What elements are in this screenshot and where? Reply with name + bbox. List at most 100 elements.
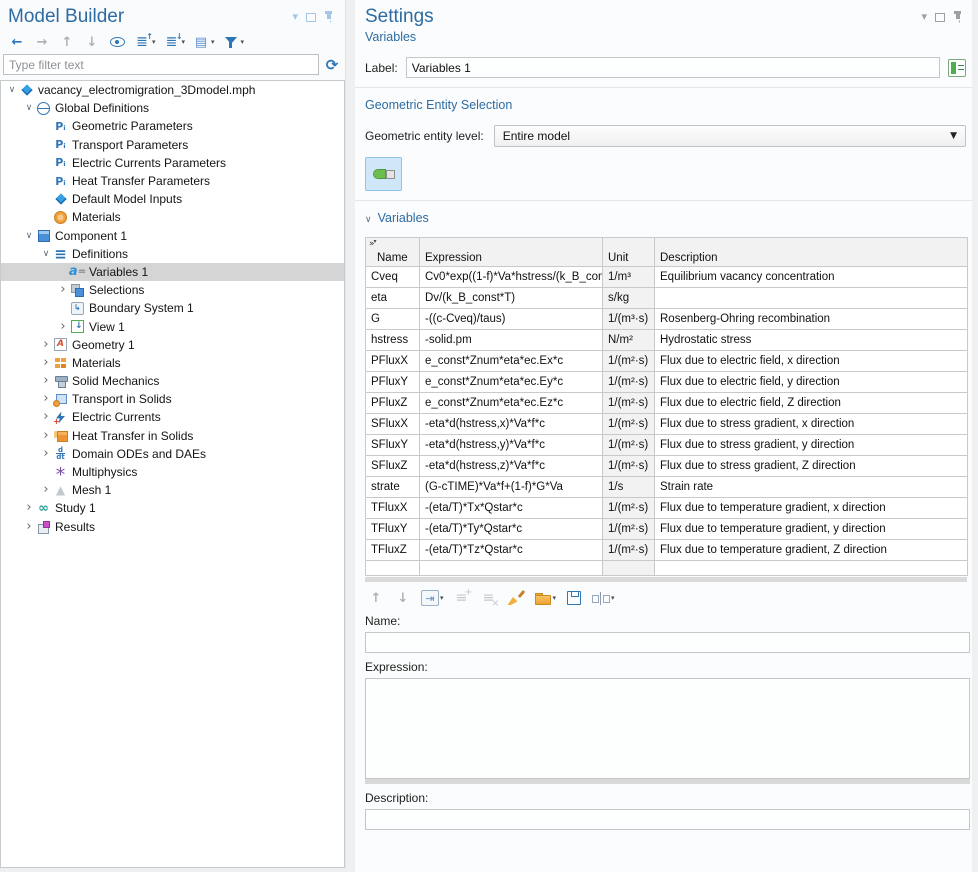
dropdown-caret-icon[interactable]: ▾	[440, 594, 444, 602]
tree-item-default-model-inputs[interactable]: Default Model Inputs	[1, 190, 344, 208]
breadcrumb[interactable]: Variables	[365, 30, 966, 44]
cell-name[interactable]: PFluxZ	[366, 393, 420, 414]
dropdown-caret-icon[interactable]: ▾	[211, 38, 215, 46]
cell-expression[interactable]: -eta*d(hstress,z)*Va*f*c	[420, 456, 603, 477]
move-to-button[interactable]: ▾	[419, 589, 446, 607]
model-tree-node-text-button[interactable]: ▾	[190, 33, 217, 51]
cell-unit[interactable]	[603, 561, 655, 576]
cell-expression[interactable]	[420, 561, 603, 576]
expander-collapsed-icon[interactable]: ›	[22, 522, 36, 532]
load-from-file-button[interactable]: ▾	[532, 589, 559, 607]
cell-unit[interactable]: 1/(m²·s)	[603, 456, 655, 477]
tree-item-component-1[interactable]: ∨Component 1	[1, 227, 344, 245]
cell-description[interactable]: Flux due to electric field, x direction	[655, 351, 968, 372]
dropdown-caret-icon[interactable]: ▾	[611, 594, 615, 602]
dropdown-caret-icon[interactable]: ▾	[553, 594, 557, 602]
cell-description[interactable]	[655, 288, 968, 309]
cell-expression[interactable]: -(eta/T)*Ty*Qstar*c	[420, 519, 603, 540]
expander-collapsed-icon[interactable]: ›	[56, 322, 70, 332]
tree-item-view-1[interactable]: ›View 1	[1, 317, 344, 335]
expander-collapsed-icon[interactable]: ›	[22, 503, 36, 513]
cell-unit[interactable]: 1/(m³·s)	[603, 309, 655, 330]
tree-item-boundary-system-1[interactable]: Boundary System 1	[1, 299, 344, 317]
tree-item-geometric-parameters[interactable]: Geometric Parameters	[1, 117, 344, 135]
column-header-unit[interactable]: Unit	[603, 238, 655, 267]
active-selection-toggle-button[interactable]	[365, 157, 402, 191]
expander-collapsed-icon[interactable]: ›	[39, 431, 53, 441]
expand-all-button[interactable]: ▾	[161, 33, 188, 51]
tree-item-electric-currents[interactable]: ›Electric Currents	[1, 408, 344, 426]
cell-name[interactable]: strate	[366, 477, 420, 498]
tree-item-geometry-1[interactable]: ›Geometry 1	[1, 336, 344, 354]
move-up-button[interactable]	[365, 589, 387, 607]
cell-description[interactable]: Flux due to electric field, y direction	[655, 372, 968, 393]
cell-description[interactable]: Flux due to stress gradient, x direction	[655, 414, 968, 435]
filter-button[interactable]: ▾	[220, 33, 247, 51]
cell-description[interactable]: Flux due to temperature gradient, Z dire…	[655, 540, 968, 561]
expander-collapsed-icon[interactable]: ›	[39, 394, 53, 404]
show-button[interactable]	[106, 33, 128, 51]
collapse-all-button[interactable]: ▾	[131, 33, 158, 51]
cell-expression[interactable]: Cv0*exp((1-f)*Va*hstress/(k_B_const*T))	[420, 267, 603, 288]
tree-item-transport-in-solids[interactable]: ›Transport in Solids	[1, 390, 344, 408]
expression-textarea[interactable]	[365, 678, 970, 779]
tree-item-selections[interactable]: ›Selections	[1, 281, 344, 299]
label-input[interactable]	[406, 57, 940, 78]
dropdown-caret-icon[interactable]: ▾	[374, 238, 377, 245]
cell-expression[interactable]: -eta*d(hstress,y)*Va*f*c	[420, 435, 603, 456]
expander-collapsed-icon[interactable]: ›	[39, 449, 53, 459]
float-window-icon[interactable]	[306, 13, 316, 22]
cell-name[interactable]: SFluxY	[366, 435, 420, 456]
delete-row-button[interactable]	[478, 589, 500, 607]
cell-unit[interactable]: 1/(m²·s)	[603, 393, 655, 414]
expander-expanded-icon[interactable]: ∨	[5, 85, 19, 95]
cell-description[interactable]	[655, 561, 968, 576]
cell-description[interactable]: Strain rate	[655, 477, 968, 498]
move-down-button[interactable]	[392, 589, 414, 607]
tree-item-solid-mechanics[interactable]: ›Solid Mechanics	[1, 372, 344, 390]
cell-unit[interactable]: 1/(m²·s)	[603, 498, 655, 519]
tree-item-transport-parameters[interactable]: Transport Parameters	[1, 136, 344, 154]
cell-name[interactable]: PFluxX	[366, 351, 420, 372]
tree-item-mesh-1[interactable]: ›Mesh 1	[1, 481, 344, 499]
sort-icon[interactable]: »▾	[369, 238, 377, 249]
column-header-description[interactable]: Description	[655, 238, 968, 267]
cell-name[interactable]: TFluxX	[366, 498, 420, 519]
section-collapse-chevron-icon[interactable]: ∨	[365, 215, 372, 225]
cell-description[interactable]: Flux due to stress gradient, Z direction	[655, 456, 968, 477]
cell-unit[interactable]: 1/(m²·s)	[603, 351, 655, 372]
cell-name[interactable]: Cveq	[366, 267, 420, 288]
cell-description[interactable]: Equilibrium vacancy concentration	[655, 267, 968, 288]
tree-item-vacancy-electromigration-3dmodel-mph[interactable]: ∨vacancy_electromigration_3Dmodel.mph	[1, 81, 344, 99]
tree-item-domain-odes-and-daes[interactable]: ›Domain ODEs and DAEs	[1, 445, 344, 463]
refresh-icon[interactable]	[323, 57, 341, 73]
add-row-button[interactable]	[451, 589, 473, 607]
cell-unit[interactable]: 1/s	[603, 477, 655, 498]
pin-icon[interactable]	[324, 11, 333, 23]
tree-item-global-definitions[interactable]: ∨Global Definitions	[1, 99, 344, 117]
tree-item-materials[interactable]: ›Materials	[1, 354, 344, 372]
expander-collapsed-icon[interactable]: ›	[39, 376, 53, 386]
tree-item-definitions[interactable]: ∨Definitions	[1, 245, 344, 263]
panel-menu-caret-icon[interactable]: ▾	[292, 12, 298, 22]
expander-expanded-icon[interactable]: ∨	[22, 103, 36, 113]
cell-name[interactable]: eta	[366, 288, 420, 309]
geometric-entity-level-select[interactable]: Entire model ▼	[494, 125, 966, 147]
cell-description[interactable]: Hydrostatic stress	[655, 330, 968, 351]
panel-menu-caret-icon[interactable]: ▾	[921, 12, 927, 22]
column-header-expression[interactable]: Expression	[420, 238, 603, 267]
filter-input[interactable]	[3, 54, 319, 75]
cell-name[interactable]: SFluxZ	[366, 456, 420, 477]
cell-expression[interactable]: (G-cTIME)*Va*f+(1-f)*G*Va	[420, 477, 603, 498]
clear-all-button[interactable]	[505, 589, 527, 607]
expander-expanded-icon[interactable]: ∨	[39, 249, 53, 259]
save-to-file-button[interactable]	[563, 589, 585, 607]
cell-expression[interactable]: -((c-Cveq)/taus)	[420, 309, 603, 330]
cell-expression[interactable]: e_const*Znum*eta*ec.Ex*c	[420, 351, 603, 372]
cell-expression[interactable]: -eta*d(hstress,x)*Va*f*c	[420, 414, 603, 435]
expander-collapsed-icon[interactable]: ›	[56, 285, 70, 295]
tree-item-electric-currents-parameters[interactable]: Electric Currents Parameters	[1, 154, 344, 172]
cell-expression[interactable]: -(eta/T)*Tz*Qstar*c	[420, 540, 603, 561]
cell-expression[interactable]: Dv/(k_B_const*T)	[420, 288, 603, 309]
go-forward-button[interactable]	[31, 33, 53, 51]
